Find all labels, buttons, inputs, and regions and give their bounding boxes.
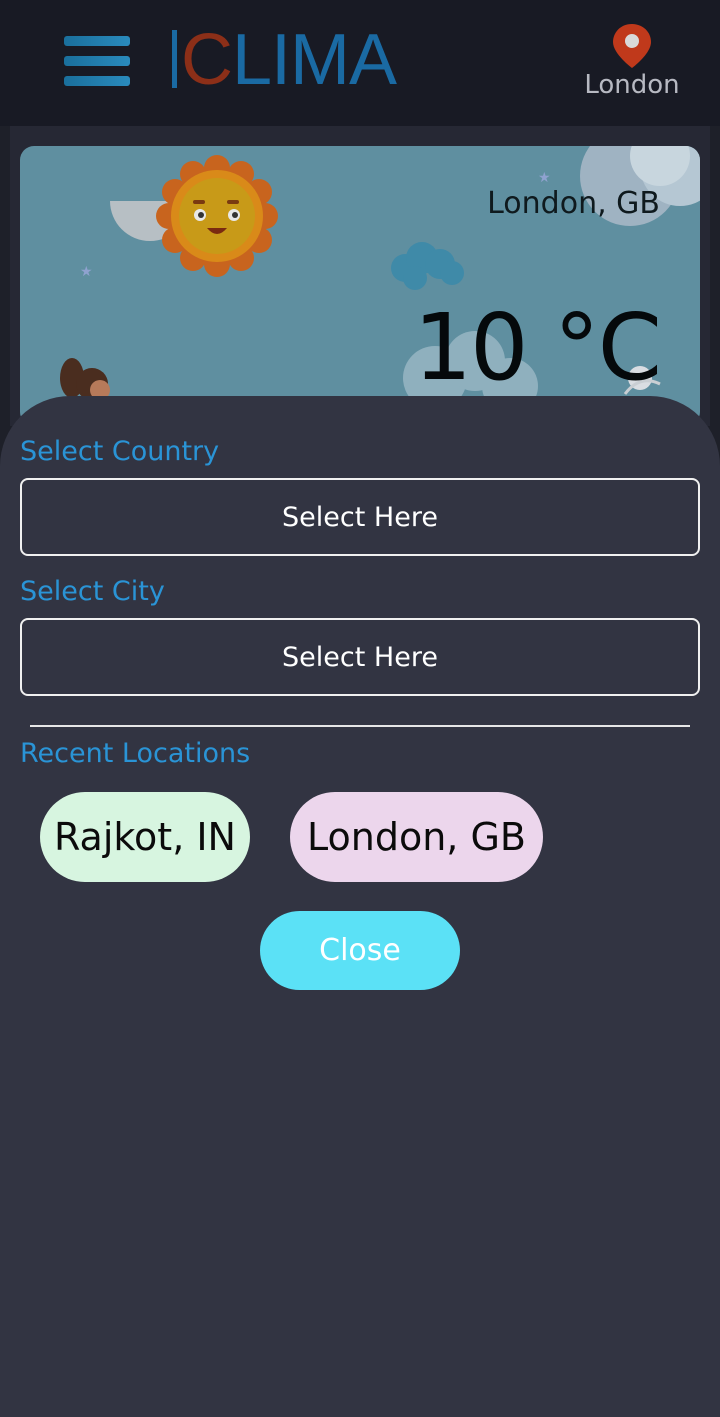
- hamburger-menu-icon[interactable]: [64, 34, 132, 88]
- svg-text:★: ★: [538, 170, 551, 186]
- logo-letter-c: C: [181, 20, 233, 100]
- close-button-label: Close: [319, 933, 401, 968]
- current-location-label[interactable]: London: [560, 70, 704, 100]
- divider: [30, 725, 690, 727]
- card-temperature: 10 °C: [413, 294, 662, 401]
- card-city-label: London, GB: [487, 186, 660, 221]
- app-screen: C LIMA London ★ ★ London, GB 10 °C Selec…: [0, 0, 720, 1417]
- app-header: C LIMA London: [0, 0, 720, 126]
- recent-locations-label: Recent Locations: [20, 738, 251, 769]
- logo-bar: [172, 30, 177, 88]
- logo-text: LIMA: [232, 20, 397, 100]
- city-select[interactable]: Select Here: [20, 618, 700, 696]
- recent-location-chip-label: Rajkot, IN: [53, 815, 236, 859]
- recent-location-chip[interactable]: London, GB: [290, 792, 543, 882]
- city-select-text: Select Here: [282, 641, 438, 673]
- recent-location-chip-label: London, GB: [307, 815, 526, 859]
- svg-text:★: ★: [80, 264, 93, 280]
- recent-location-chip[interactable]: Rajkot, IN: [40, 792, 250, 882]
- app-logo: C LIMA: [172, 20, 397, 100]
- location-bottom-sheet: Select Country Select Here Select City S…: [0, 396, 720, 1417]
- weather-card: ★ ★ London, GB 10 °C: [20, 146, 700, 426]
- country-label: Select Country: [20, 436, 220, 467]
- map-pin-icon[interactable]: [610, 22, 654, 70]
- close-button[interactable]: Close: [260, 911, 460, 990]
- country-select[interactable]: Select Here: [20, 478, 700, 556]
- country-select-text: Select Here: [282, 501, 438, 533]
- city-label: Select City: [20, 576, 165, 607]
